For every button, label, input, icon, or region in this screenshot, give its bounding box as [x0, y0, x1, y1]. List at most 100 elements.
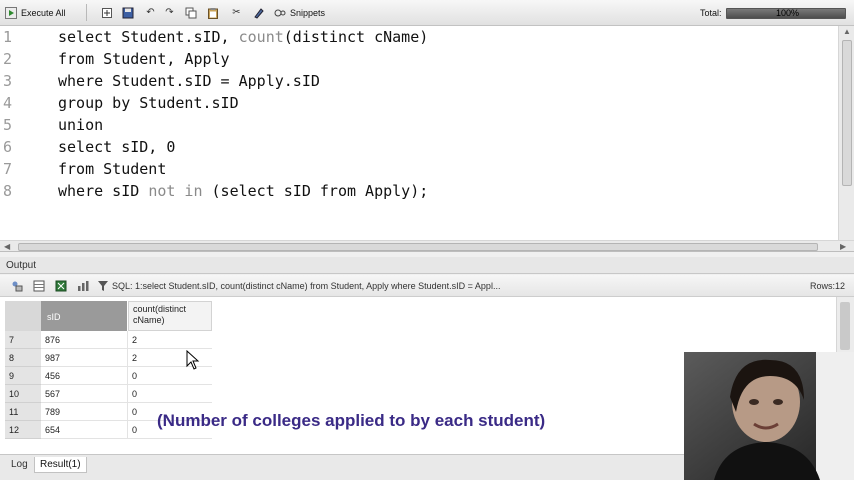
code-line[interactable]: union: [58, 114, 103, 136]
snippets-icon: [273, 6, 286, 19]
total-value: 100%: [776, 8, 800, 18]
code-line[interactable]: select Student.sID, count(distinct cName…: [58, 26, 428, 48]
copy-icon: [184, 6, 197, 19]
save-icon: [121, 6, 134, 19]
scroll-left-icon[interactable]: ◀: [4, 243, 10, 251]
code-keyword: count: [238, 28, 284, 46]
grid-view-icon[interactable]: [32, 279, 45, 292]
line-number: 6: [3, 138, 13, 156]
row-count: Rows:12: [810, 281, 846, 291]
paste-button[interactable]: [206, 5, 219, 20]
code-text: from Student, Apply: [58, 50, 230, 68]
sql-status-text: SQL: 1:select Student.sID, count(distinc…: [112, 281, 501, 291]
cell-sid[interactable]: 789: [41, 403, 128, 421]
row-index: 11: [5, 403, 41, 421]
line-number: 8: [3, 182, 13, 200]
cell-sid[interactable]: 456: [41, 367, 128, 385]
snippets-button[interactable]: Snippets: [273, 5, 325, 20]
cell-count[interactable]: 0: [128, 385, 212, 403]
code-line[interactable]: from Student, Apply: [58, 48, 230, 70]
code-line[interactable]: where sID not in (select sID from Apply)…: [58, 180, 428, 202]
code-text: (distinct cName): [283, 28, 429, 46]
code-text: select sID, 0: [58, 138, 176, 156]
save-button[interactable]: [121, 5, 134, 20]
column-header-count-label: count(distinct cName): [133, 304, 187, 325]
format-button[interactable]: [252, 5, 265, 20]
table-row[interactable]: 9 456 0: [5, 367, 212, 385]
grid-vertical-scroll-thumb[interactable]: [840, 302, 850, 350]
view-mode-icon[interactable]: [10, 279, 23, 292]
row-index: 8: [5, 349, 41, 367]
table-row[interactable]: 7 876 2: [5, 331, 212, 349]
line-number: 3: [3, 72, 13, 90]
filter-icon[interactable]: [96, 279, 109, 292]
total-label: Total:: [700, 8, 722, 18]
new-icon: [100, 6, 113, 19]
format-icon: [252, 6, 265, 19]
execute-icon: [4, 6, 17, 19]
redo-icon: ↷: [165, 6, 174, 18]
editor-vertical-scrollbar[interactable]: ▲: [838, 26, 854, 240]
chart-icon[interactable]: [76, 279, 89, 292]
redo-button[interactable]: ↷: [163, 5, 176, 20]
cut-icon: ✂: [232, 6, 241, 18]
row-index: 7: [5, 331, 41, 349]
undo-button[interactable]: ↶: [144, 5, 157, 20]
scroll-up-icon[interactable]: ▲: [843, 28, 851, 36]
line-number: 2: [3, 50, 13, 68]
code-line[interactable]: select sID, 0: [58, 136, 175, 158]
toolbar-separator: [86, 4, 87, 21]
line-number: 4: [3, 94, 13, 112]
export-icon[interactable]: [54, 279, 67, 292]
execute-all-label: Execute All: [21, 7, 66, 18]
cell-sid[interactable]: 567: [41, 385, 128, 403]
code-text: union: [58, 116, 104, 134]
code-line[interactable]: where Student.sID = Apply.sID: [58, 70, 320, 92]
line-number: 1: [3, 28, 13, 46]
tab-result[interactable]: Result(1): [34, 457, 87, 473]
row-index: 10: [5, 385, 41, 403]
code-text: where Student.sID = Apply.sID: [58, 72, 320, 90]
editor-horizontal-scroll-thumb[interactable]: [18, 243, 818, 251]
cell-sid[interactable]: 987: [41, 349, 128, 367]
mouse-cursor-icon: [186, 349, 200, 372]
grid-corner-header: [5, 301, 41, 331]
line-number: 5: [3, 116, 13, 134]
line-number: 7: [3, 160, 13, 178]
main-toolbar: Execute All ↶ ↷ ✂ Snippets Total: 100%: [0, 0, 854, 26]
output-toolbar: SQL: 1:select Student.sID, count(distinc…: [0, 275, 854, 297]
editor-vertical-scroll-thumb[interactable]: [842, 40, 852, 186]
code-text: from Student: [58, 160, 167, 178]
output-panel-header: Output: [0, 257, 854, 274]
table-row[interactable]: 8 987 2: [5, 349, 212, 367]
output-title: Output: [6, 260, 37, 271]
code-line[interactable]: group by Student.sID: [58, 92, 239, 114]
copy-button[interactable]: [184, 5, 197, 20]
table-row[interactable]: 10 567 0: [5, 385, 212, 403]
annotation-caption: (Number of colleges applied to by each s…: [157, 411, 546, 430]
column-header-count[interactable]: count(distinct cName): [128, 301, 212, 331]
cut-button[interactable]: ✂: [230, 5, 243, 20]
code-text: group by Student.sID: [58, 94, 239, 112]
cell-sid[interactable]: 876: [41, 331, 128, 349]
presenter-video: [684, 352, 854, 480]
paste-icon: [206, 6, 219, 19]
tab-log[interactable]: Log: [6, 457, 33, 473]
new-button[interactable]: [100, 5, 113, 20]
cell-count[interactable]: 2: [128, 331, 212, 349]
cell-sid[interactable]: 654: [41, 421, 128, 439]
scroll-right-icon[interactable]: ▶: [840, 243, 846, 251]
line-number-gutter: 1 2 3 4 5 6 7 8: [0, 26, 20, 240]
code-line[interactable]: from Student: [58, 158, 166, 180]
code-keyword: not in: [148, 182, 203, 200]
column-header-sid[interactable]: sID: [41, 301, 127, 331]
undo-icon: ↶: [146, 6, 155, 18]
execute-all-button[interactable]: Execute All: [4, 5, 66, 20]
snippets-label: Snippets: [290, 7, 326, 18]
row-index: 12: [5, 421, 41, 439]
sql-editor[interactable]: 1 2 3 4 5 6 7 8 select Student.sID, coun…: [0, 26, 854, 252]
code-text: select Student.sID,: [58, 28, 239, 46]
editor-horizontal-scrollbar[interactable]: ◀ ▶: [0, 240, 854, 251]
code-text: (select sID from Apply);: [202, 182, 429, 200]
code-text: where sID: [58, 182, 149, 200]
